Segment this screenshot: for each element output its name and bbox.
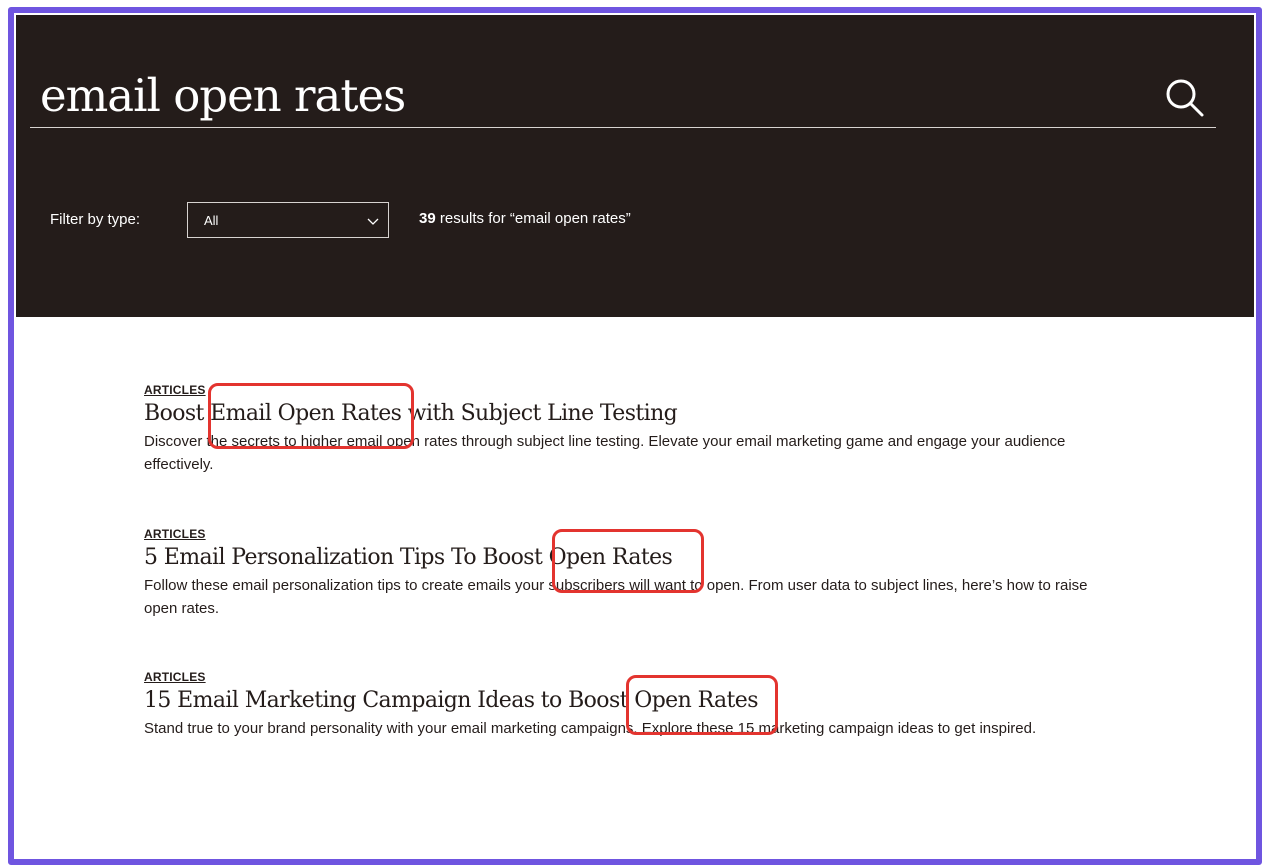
filter-type-select[interactable]: All <box>187 202 389 238</box>
chevron-down-icon <box>367 218 379 225</box>
result-title-link[interactable]: 15 Email Marketing Campaign Ideas to Boo… <box>144 688 1094 713</box>
search-underline <box>30 127 1216 128</box>
highlight-annotation <box>626 675 778 735</box>
result-type-link[interactable]: ARTICLES <box>144 670 206 684</box>
search-icon <box>1166 79 1204 117</box>
result-description: Stand true to your brand personality wit… <box>144 720 1037 737</box>
results-summary-text: results for “email open rates” <box>435 210 631 227</box>
highlight-annotation <box>208 383 414 449</box>
search-result: ARTICLES 15 Email Marketing Campaign Ide… <box>144 668 1094 740</box>
filter-selected-value: All <box>204 213 219 228</box>
result-type-link[interactable]: ARTICLES <box>144 527 206 541</box>
highlight-annotation <box>552 529 704 593</box>
search-header: email open rates Filter by type: All 39 … <box>16 15 1254 317</box>
results-summary: 39 results for “email open rates” <box>419 210 631 227</box>
result-type-link[interactable]: ARTICLES <box>144 383 206 397</box>
filter-label: Filter by type: <box>50 211 141 228</box>
results-count: 39 <box>419 210 436 227</box>
search-button[interactable] <box>1164 77 1206 119</box>
screenshot-frame: email open rates Filter by type: All 39 … <box>8 7 1262 865</box>
search-input[interactable]: email open rates <box>40 69 406 122</box>
